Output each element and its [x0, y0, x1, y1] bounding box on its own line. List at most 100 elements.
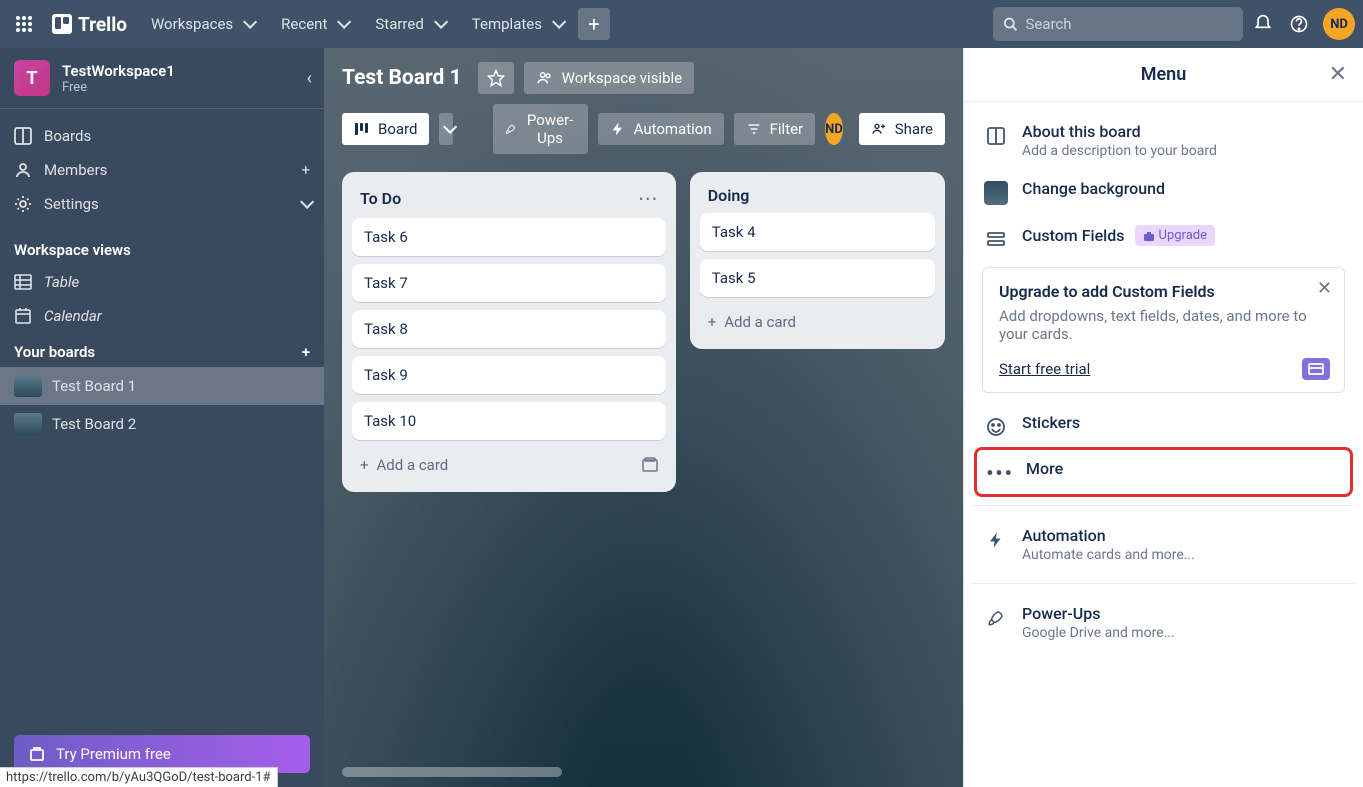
sidebar-view-table[interactable]: Table [0, 265, 324, 299]
add-board-icon[interactable]: + [302, 343, 310, 361]
add-card-label: Add a card [377, 456, 449, 474]
board-member-avatar[interactable]: ND» [825, 113, 843, 145]
upgrade-close-icon[interactable]: ✕ [1317, 278, 1332, 299]
board-title[interactable]: Test Board 1 [342, 66, 468, 90]
nav-recent[interactable]: Recent [269, 9, 359, 39]
template-icon[interactable] [642, 457, 658, 473]
upgrade-badge[interactable]: Upgrade [1135, 225, 1215, 246]
sidebar-board-item-1[interactable]: Test Board 1 [0, 367, 324, 405]
sidebar-calendar-label: Calendar [44, 307, 102, 325]
card[interactable]: Task 7 [352, 264, 666, 302]
powerups-label: Power-Ups [525, 111, 576, 147]
sidebar-item-settings[interactable]: Settings [0, 187, 324, 221]
visibility-label: Workspace visible [562, 69, 683, 87]
sidebar-collapse-icon[interactable]: ‹ [307, 68, 312, 89]
menu-bg-label: Change background [1022, 179, 1343, 198]
visibility-button[interactable]: Workspace visible [524, 62, 695, 94]
menu-more[interactable]: ••• More [976, 449, 1351, 495]
divider [972, 583, 1355, 584]
chevron-down-icon[interactable] [296, 195, 310, 213]
chevron-down-icon [239, 15, 253, 33]
list-title[interactable]: Doing [708, 186, 927, 205]
upgrade-title: Upgrade to add Custom Fields [999, 282, 1328, 301]
search-icon [1003, 16, 1017, 32]
sidebar: T TestWorkspace1 Free ‹ Boards Members +… [0, 48, 324, 787]
calendar-icon [14, 307, 32, 325]
menu-powerups-sub: Google Drive and more... [1022, 625, 1343, 641]
chevron-down-icon [439, 120, 453, 138]
help-icon[interactable] [1283, 8, 1315, 40]
card[interactable]: Task 10 [352, 402, 666, 440]
workspace-plan: Free [62, 80, 295, 95]
trello-logo[interactable]: Trello [44, 13, 135, 36]
list-title[interactable]: To Do [360, 189, 638, 208]
menu-automation[interactable]: Automation Automate cards and more... [972, 516, 1355, 573]
sidebar-item-members[interactable]: Members + [0, 153, 324, 187]
plus-icon: + [360, 456, 369, 474]
board-view-button[interactable]: Board [342, 113, 429, 145]
filter-icon [746, 121, 762, 137]
more-icon: ••• [988, 461, 1012, 485]
filter-button[interactable]: Filter [734, 113, 816, 145]
board-menu-panel: Menu ✕ About this board Add a descriptio… [963, 48, 1363, 787]
menu-close-icon[interactable]: ✕ [1329, 62, 1347, 87]
horizontal-scrollbar[interactable] [342, 767, 562, 777]
add-member-icon[interactable]: + [301, 161, 310, 179]
create-button[interactable]: + [578, 8, 610, 40]
card[interactable]: Task 9 [352, 356, 666, 394]
menu-stickers-label: Stickers [1022, 413, 1343, 432]
sidebar-table-label: Table [44, 273, 79, 291]
nav-workspaces[interactable]: Workspaces [139, 9, 265, 39]
start-trial-link[interactable]: Start free trial [999, 360, 1090, 378]
board-thumbnail-icon [14, 375, 42, 397]
apps-launcher-icon[interactable] [8, 8, 40, 40]
workspace-badge: T [14, 60, 50, 96]
menu-about-sub: Add a description to your board [1022, 143, 1343, 159]
menu-about-board[interactable]: About this board Add a description to yo… [972, 112, 1355, 169]
menu-about-title: About this board [1022, 122, 1343, 141]
sidebar-board-2-label: Test Board 2 [52, 415, 136, 433]
powerups-button[interactable]: Power-Ups [493, 104, 587, 154]
add-card-button[interactable]: + Add a card [352, 448, 666, 482]
sidebar-board-item-2[interactable]: Test Board 2 [0, 405, 324, 443]
your-boards-title: Your boards+ [0, 333, 324, 367]
menu-powerups-title: Power-Ups [1022, 604, 1343, 623]
share-button[interactable]: Share [859, 113, 945, 145]
search-input[interactable] [1025, 15, 1233, 33]
nav-workspaces-label: Workspaces [151, 15, 233, 33]
card[interactable]: Task 4 [700, 213, 935, 251]
gear-icon [14, 195, 32, 213]
card[interactable]: Task 5 [700, 259, 935, 297]
notifications-icon[interactable] [1247, 8, 1279, 40]
nav-starred[interactable]: Starred [363, 9, 455, 39]
card[interactable]: Task 8 [352, 310, 666, 348]
search-box[interactable] [993, 7, 1243, 41]
board-view-switch-button[interactable] [439, 113, 453, 145]
list-doing: Doing Task 4 Task 5 + Add a card [690, 172, 945, 349]
nav-templates-label: Templates [472, 15, 542, 33]
upgrade-card: ✕ Upgrade to add Custom Fields Add dropd… [982, 267, 1345, 393]
rocket-icon [505, 121, 516, 137]
add-card-button[interactable]: + Add a card [700, 305, 935, 339]
sidebar-view-calendar[interactable]: Calendar [0, 299, 324, 333]
briefcase-icon [1143, 230, 1155, 242]
divider [972, 505, 1355, 506]
nav-templates[interactable]: Templates [460, 9, 574, 39]
menu-stickers[interactable]: Stickers [972, 403, 1355, 449]
user-avatar[interactable]: ND [1323, 8, 1355, 40]
sidebar-board-1-label: Test Board 1 [52, 377, 136, 395]
list-menu-icon[interactable]: ⋯ [638, 186, 658, 210]
menu-change-background[interactable]: Change background [972, 169, 1355, 215]
bolt-icon [984, 528, 1008, 552]
filter-label: Filter [770, 120, 804, 138]
sidebar-item-boards[interactable]: Boards [0, 119, 324, 153]
menu-powerups[interactable]: Power-Ups Google Drive and more... [972, 594, 1355, 651]
menu-custom-fields[interactable]: Custom Fields Upgrade [972, 215, 1355, 261]
menu-custom-fields-label: Custom Fields [1022, 226, 1125, 245]
board-header: Test Board 1 Workspace visible Board Pow… [324, 48, 963, 162]
board-icon [984, 124, 1008, 148]
automation-button[interactable]: Automation [598, 113, 724, 145]
plus-icon: + [708, 313, 717, 331]
star-board-button[interactable] [478, 62, 514, 94]
card[interactable]: Task 6 [352, 218, 666, 256]
